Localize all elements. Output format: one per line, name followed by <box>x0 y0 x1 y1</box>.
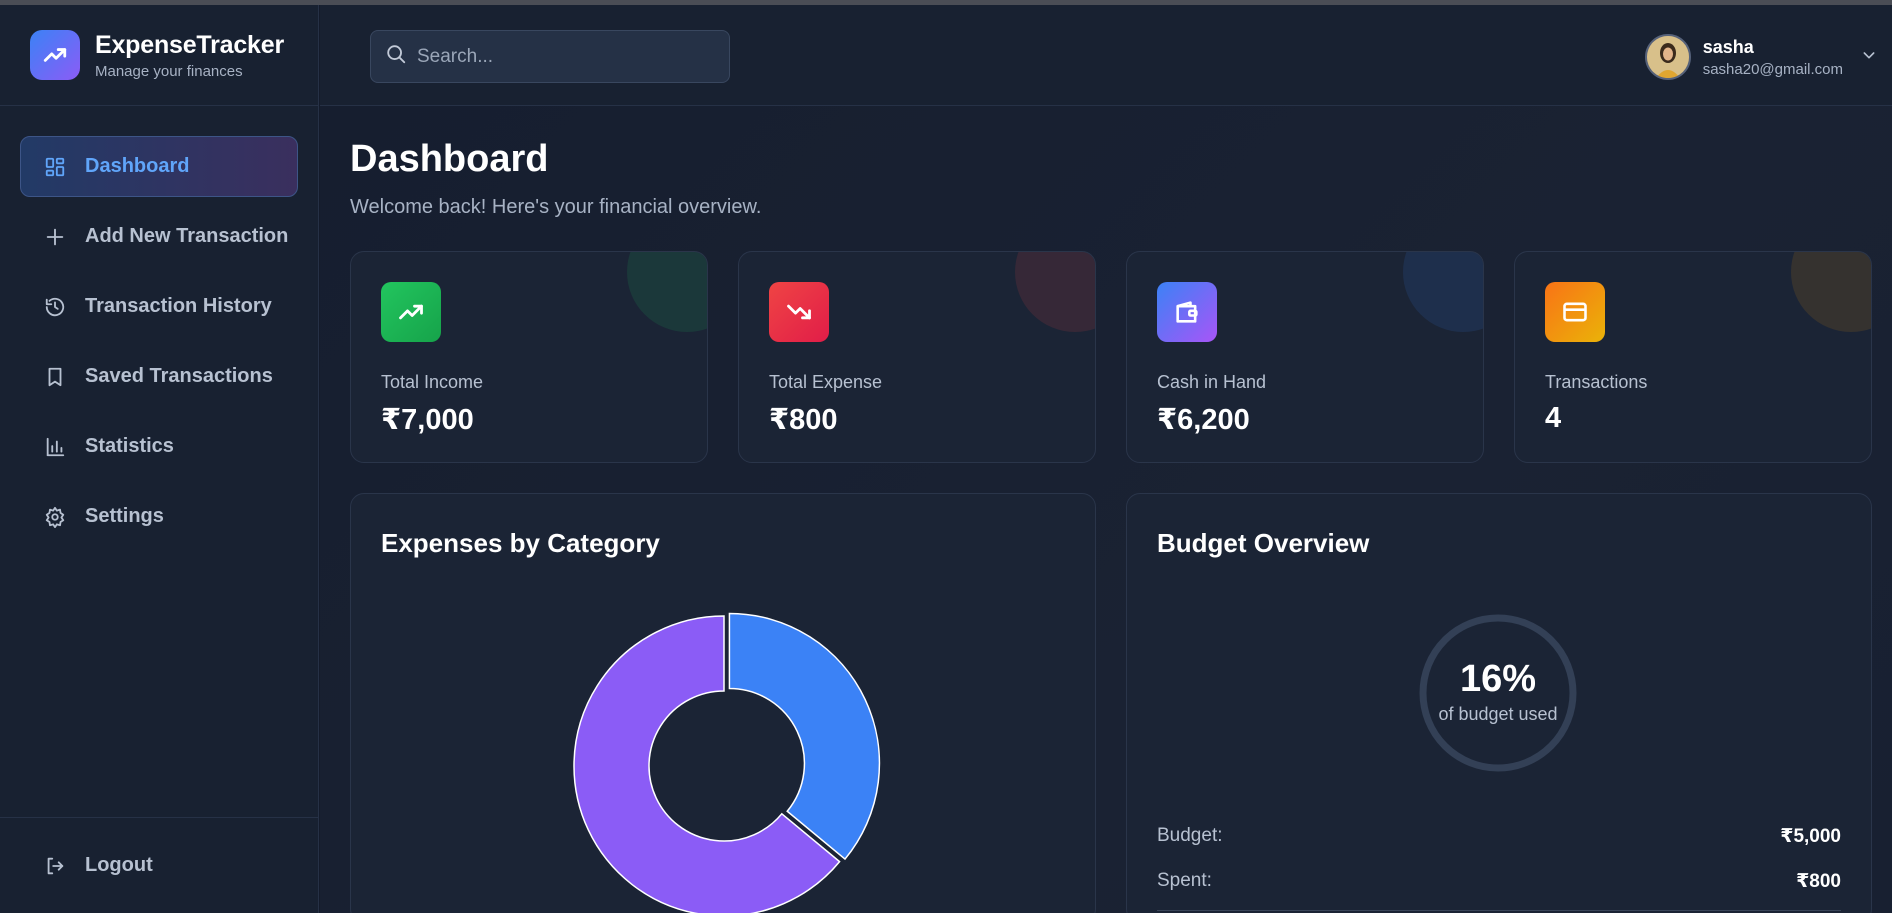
wallet-icon <box>1157 282 1217 342</box>
logout-button[interactable]: Logout <box>20 835 298 896</box>
stat-value: 4 <box>1545 402 1562 434</box>
sidebar-nav: Dashboard Add New Transaction Transactio… <box>0 106 318 547</box>
budget-row-value: ₹800 <box>1796 871 1841 892</box>
sidebar: ExpenseTracker Manage your finances Dash… <box>0 5 319 913</box>
stat-card-cash-in-hand: Cash in Hand ₹6,200 <box>1126 251 1484 463</box>
sidebar-item-label: Settings <box>85 505 164 527</box>
main-content: Dashboard Welcome back! Here's your fina… <box>320 106 1892 913</box>
chevron-down-icon[interactable] <box>1861 47 1877 68</box>
logout-label: Logout <box>85 854 153 876</box>
stat-value: ₹800 <box>769 404 838 436</box>
card-decoration <box>627 252 707 332</box>
sidebar-item-label: Transaction History <box>85 295 272 317</box>
search-box[interactable] <box>370 30 730 83</box>
card-decoration <box>1015 252 1095 332</box>
sidebar-item-label: Dashboard <box>85 155 190 177</box>
card-decoration <box>1403 252 1483 332</box>
trending-down-icon <box>769 282 829 342</box>
budget-row: Budget: ₹5,000 <box>1157 825 1841 848</box>
history-icon <box>43 295 67 319</box>
search-input[interactable] <box>417 45 707 68</box>
stat-card-total-expense: Total Expense ₹800 <box>738 251 1096 463</box>
sidebar-item-label: Statistics <box>85 435 174 457</box>
trending-up-icon <box>381 282 441 342</box>
avatar[interactable] <box>1644 34 1691 80</box>
user-email: sasha20@gmail.com <box>1702 60 1843 78</box>
bookmark-icon <box>43 365 67 389</box>
brand-subtitle: Manage your finances <box>95 62 243 80</box>
trending-up-icon <box>30 30 80 80</box>
sidebar-item-transaction-history[interactable]: Transaction History <box>20 276 298 337</box>
card-decoration <box>1791 252 1871 332</box>
stat-card-total-income: Total Income ₹7,000 <box>350 251 708 463</box>
user-menu[interactable]: sasha sasha20@gmail.com <box>1644 33 1877 81</box>
sidebar-item-label: Add New Transaction <box>85 225 289 247</box>
sidebar-item-saved-transactions[interactable]: Saved Transactions <box>20 346 298 407</box>
bar-chart-icon <box>43 435 67 459</box>
plus-icon <box>43 225 67 249</box>
grid-icon <box>43 155 67 179</box>
panel-title: Budget Overview <box>1157 528 1370 558</box>
donut-slice-0[interactable] <box>728 612 881 861</box>
budget-row-value: ₹5,000 <box>1780 826 1841 847</box>
sidebar-item-dashboard[interactable]: Dashboard <box>20 136 298 197</box>
stat-label: Transactions <box>1545 372 1648 392</box>
stat-value: ₹6,200 <box>1157 404 1250 436</box>
stat-value: ₹7,000 <box>381 404 474 436</box>
brand[interactable]: ExpenseTracker Manage your finances <box>0 5 318 106</box>
page-title: Dashboard <box>350 138 549 180</box>
top-header: sasha sasha20@gmail.com <box>320 5 1892 106</box>
budget-row-label: Spent: <box>1157 870 1212 891</box>
stat-label: Total Expense <box>769 372 883 392</box>
logout-icon <box>43 854 67 878</box>
divider <box>1157 910 1841 911</box>
sidebar-item-statistics[interactable]: Statistics <box>20 416 298 477</box>
sidebar-item-label: Saved Transactions <box>85 365 273 387</box>
sidebar-item-settings[interactable]: Settings <box>20 486 298 547</box>
budget-percent-label: of budget used <box>1438 704 1558 724</box>
credit-card-icon <box>1545 282 1605 342</box>
expenses-by-category-panel: Expenses by Category <box>350 493 1096 913</box>
gear-icon <box>43 505 67 529</box>
budget-percent: 16% <box>1459 658 1537 700</box>
budget-gauge: 16% of budget used <box>1417 612 1579 774</box>
brand-title: ExpenseTracker <box>95 30 284 59</box>
stat-label: Total Income <box>381 372 484 392</box>
expenses-donut-chart <box>573 612 881 913</box>
stat-card-transactions: Transactions 4 <box>1514 251 1872 463</box>
spent-row: Spent: ₹800 <box>1157 870 1841 893</box>
budget-overview-panel: Budget Overview 16% of budget used Budge… <box>1126 493 1872 913</box>
user-name: sasha <box>1702 36 1754 57</box>
search-icon <box>385 43 407 70</box>
sidebar-item-add-transaction[interactable]: Add New Transaction <box>20 206 298 267</box>
stat-label: Cash in Hand <box>1157 372 1267 392</box>
budget-row-label: Budget: <box>1157 825 1223 846</box>
sidebar-footer: Logout <box>0 817 318 913</box>
page-subtitle: Welcome back! Here's your financial over… <box>350 196 762 218</box>
